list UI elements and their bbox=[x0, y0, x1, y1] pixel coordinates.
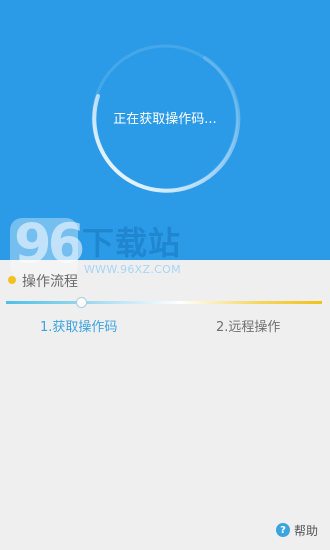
watermark-title: 下载站 bbox=[82, 224, 182, 262]
help-label: 帮助 bbox=[294, 523, 319, 538]
status-text: 正在获取操作码... bbox=[113, 112, 217, 127]
step-get-code: 1.获取操作码 bbox=[40, 320, 118, 335]
help-button[interactable]: ? 帮助 bbox=[276, 520, 318, 540]
progress-track bbox=[6, 301, 322, 304]
step-remote-operation: 2.远程操作 bbox=[216, 320, 281, 335]
question-icon: ? bbox=[276, 523, 290, 537]
process-title: 操作流程 bbox=[22, 274, 78, 290]
bullet-dot-icon bbox=[8, 276, 16, 284]
